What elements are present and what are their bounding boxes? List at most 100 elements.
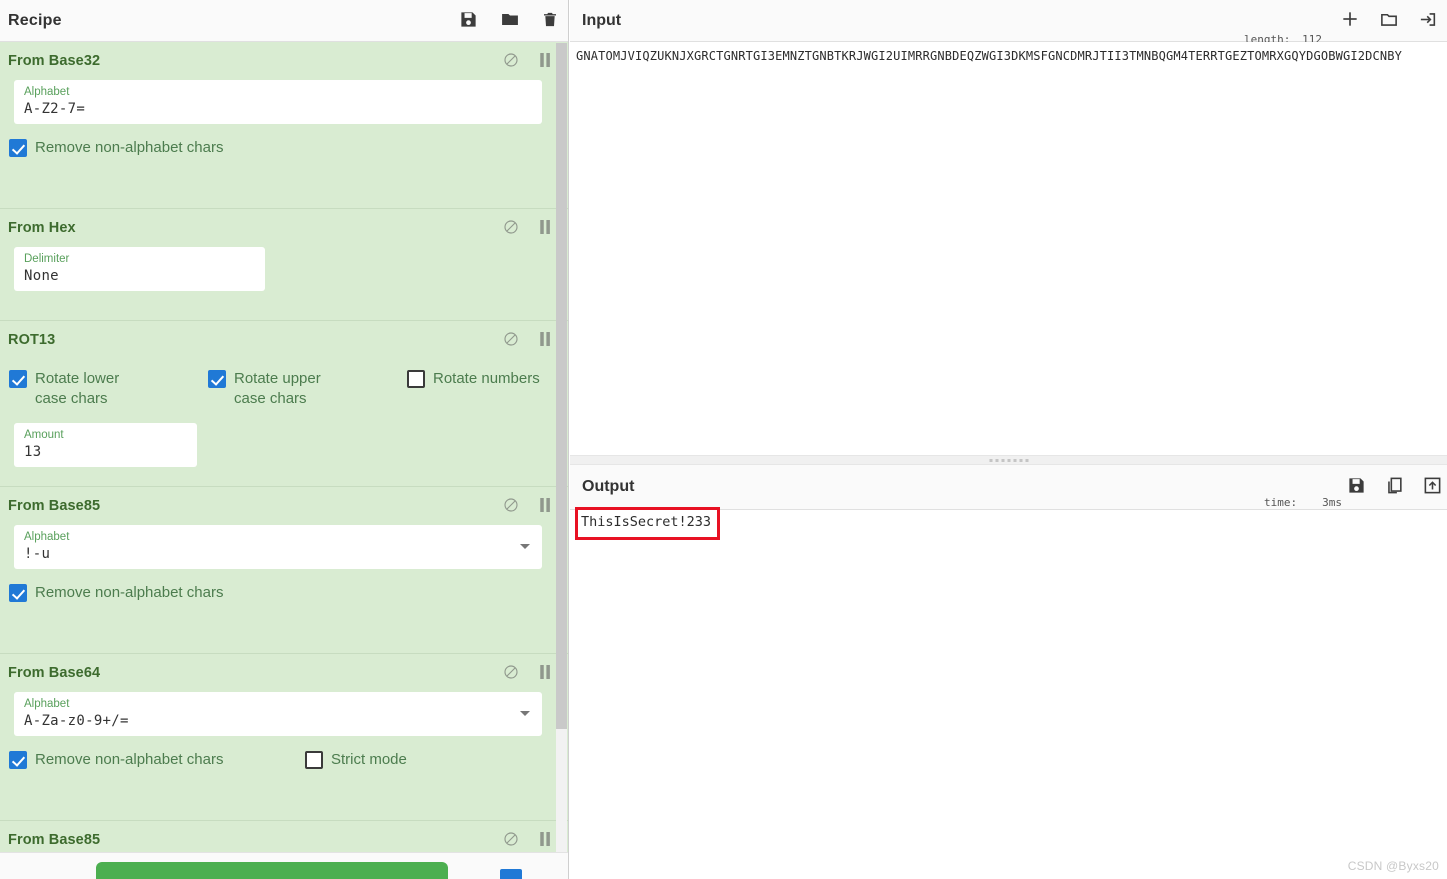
operation-controls <box>503 821 551 852</box>
recipe-pane: Recipe From Base32 Alphabet A-Z2-7= Remo… <box>0 0 569 879</box>
breakpoint-icon[interactable] <box>540 331 551 349</box>
checkbox-label: Remove non-alphabet chars <box>35 584 224 601</box>
remove-non-alphabet-chars-checkbox[interactable]: Remove non-alphabet chars <box>9 138 223 158</box>
chevron-down-icon[interactable] <box>520 544 530 549</box>
replace-input-with-output-icon[interactable] <box>1423 476 1442 498</box>
input-body[interactable]: GNATOMJVIQZUKNJXGRCTGNRTGI3EMNZTGNBTKRJW… <box>570 42 1447 455</box>
amount-field[interactable]: Amount 13 <box>14 423 197 467</box>
copy-output-icon[interactable] <box>1385 476 1404 498</box>
recipe-operation-list[interactable]: From Base32 Alphabet A-Z2-7= Remove non-… <box>0 42 568 852</box>
operation-from-base32[interactable]: From Base32 Alphabet A-Z2-7= Remove non-… <box>0 42 568 209</box>
operation-from-hex[interactable]: From Hex Delimiter None <box>0 209 568 321</box>
checkbox-box[interactable] <box>305 751 323 769</box>
operation-header: From Hex <box>0 209 568 247</box>
operation-title: From Base85 <box>8 498 101 514</box>
operation-checkboxes: Remove non-alphabet chars <box>0 124 568 158</box>
io-splitter[interactable] <box>570 455 1447 465</box>
disable-operation-icon[interactable] <box>503 52 519 71</box>
output-body <box>570 510 1447 879</box>
operation-controls <box>503 654 551 692</box>
operation-title: From Base64 <box>8 665 101 681</box>
breakpoint-icon[interactable] <box>540 219 551 237</box>
alphabet-value[interactable]: A-Z2-7= <box>24 99 532 119</box>
checkbox-box[interactable] <box>9 584 27 602</box>
operation-controls <box>503 321 551 359</box>
alphabet-label: Alphabet <box>24 698 70 710</box>
bake-bar <box>0 852 568 879</box>
breakpoint-icon[interactable] <box>540 664 551 682</box>
open-file-icon[interactable] <box>1379 10 1399 32</box>
amount-value[interactable]: 13 <box>24 442 187 462</box>
rotate-numbers-checkbox[interactable]: Rotate numbers <box>407 369 540 389</box>
disable-operation-icon[interactable] <box>503 497 519 516</box>
recipe-title-bar: Recipe <box>0 0 568 42</box>
delimiter-label: Delimiter <box>24 253 70 265</box>
save-recipe-icon[interactable] <box>459 10 478 32</box>
operation-from-base85-2[interactable]: From Base85 <box>0 821 568 852</box>
amount-label: Amount <box>24 429 64 441</box>
bake-button[interactable] <box>96 862 448 879</box>
alphabet-label: Alphabet <box>24 531 70 543</box>
disable-operation-icon[interactable] <box>503 219 519 238</box>
recipe-header-icons <box>459 0 558 41</box>
operation-title: From Hex <box>8 220 76 236</box>
operation-checkboxes: Remove non-alphabet chars <box>0 569 568 603</box>
watermark: CSDN @Byxs20 <box>1347 859 1439 873</box>
recipe-scrollbar-thumb[interactable] <box>556 43 567 729</box>
operation-from-base64[interactable]: From Base64 Alphabet A-Za-z0-9+/= Remove… <box>0 654 568 821</box>
rotate-lower-case-chars-checkbox[interactable]: Rotate lower case chars <box>9 369 208 409</box>
checkbox-box[interactable] <box>407 370 425 388</box>
chevron-down-icon[interactable] <box>520 711 530 716</box>
operation-header: ROT13 <box>0 321 568 359</box>
input-header-icons <box>1340 0 1438 41</box>
alphabet-field[interactable]: Alphabet A-Za-z0-9+/= <box>14 692 542 736</box>
delimiter-field[interactable]: Delimiter None <box>14 247 265 291</box>
cyberchef-app: Recipe From Base32 Alphabet A-Z2-7= Remo… <box>0 0 1447 879</box>
disable-operation-icon[interactable] <box>503 664 519 683</box>
operation-from-base85-1[interactable]: From Base85 Alphabet !-u Remove non-alph… <box>0 487 568 654</box>
add-input-tab-icon[interactable] <box>1340 9 1360 32</box>
alphabet-field[interactable]: Alphabet !-u <box>14 525 542 569</box>
open-folder-as-input-icon[interactable] <box>1418 10 1438 32</box>
rotate-upper-case-chars-checkbox[interactable]: Rotate upper case chars <box>208 369 407 409</box>
checkbox-box[interactable] <box>9 751 27 769</box>
input-panel: Input length:112 lines:1 <box>570 0 1447 455</box>
recipe-title: Recipe <box>8 11 62 29</box>
output-highlight-box: ThisIsSecret!233 <box>575 507 721 540</box>
input-title: Input <box>582 11 622 29</box>
operation-title: ROT13 <box>8 332 56 348</box>
output-time-value: 3ms <box>1322 496 1342 509</box>
save-output-icon[interactable] <box>1347 476 1366 498</box>
breakpoint-icon[interactable] <box>540 831 551 849</box>
auto-bake-toggle[interactable] <box>500 869 522 879</box>
operation-header: From Base85 <box>0 487 568 525</box>
output-title: Output <box>582 478 635 495</box>
strict-mode-checkbox[interactable]: Strict mode <box>305 750 407 770</box>
alphabet-field[interactable]: Alphabet A-Z2-7= <box>14 80 542 124</box>
alphabet-value[interactable]: !-u <box>24 544 532 564</box>
alphabet-label: Alphabet <box>24 86 70 98</box>
disable-operation-icon[interactable] <box>503 331 519 350</box>
alphabet-value[interactable]: A-Za-z0-9+/= <box>24 711 532 731</box>
checkbox-box[interactable] <box>9 139 27 157</box>
remove-non-alphabet-chars-checkbox[interactable]: Remove non-alphabet chars <box>9 750 305 770</box>
splitter-grip-icon <box>989 459 1028 462</box>
operation-rot13[interactable]: ROT13 Rotate lower case chars Rotate upp… <box>0 321 568 487</box>
delimiter-value[interactable]: None <box>24 266 255 286</box>
checkbox-label: Strict mode <box>331 751 407 768</box>
checkbox-box[interactable] <box>9 370 27 388</box>
remove-non-alphabet-chars-checkbox[interactable]: Remove non-alphabet chars <box>9 583 223 603</box>
output-text[interactable]: ThisIsSecret!233 <box>581 513 711 532</box>
output-header-icons <box>1347 465 1442 509</box>
recipe-scrollbar[interactable] <box>556 43 567 852</box>
input-text[interactable]: GNATOMJVIQZUKNJXGRCTGNRTGI3EMNZTGNBTKRJW… <box>574 48 1447 65</box>
checkbox-label: Rotate upper case chars <box>234 370 321 407</box>
operation-header: From Base64 <box>0 654 568 692</box>
breakpoint-icon[interactable] <box>540 52 551 70</box>
breakpoint-icon[interactable] <box>540 497 551 515</box>
disable-operation-icon[interactable] <box>503 831 519 850</box>
load-recipe-icon[interactable] <box>500 10 520 32</box>
checkbox-box[interactable] <box>208 370 226 388</box>
clear-recipe-icon[interactable] <box>542 10 558 32</box>
output-time-label: time: <box>1264 496 1298 509</box>
